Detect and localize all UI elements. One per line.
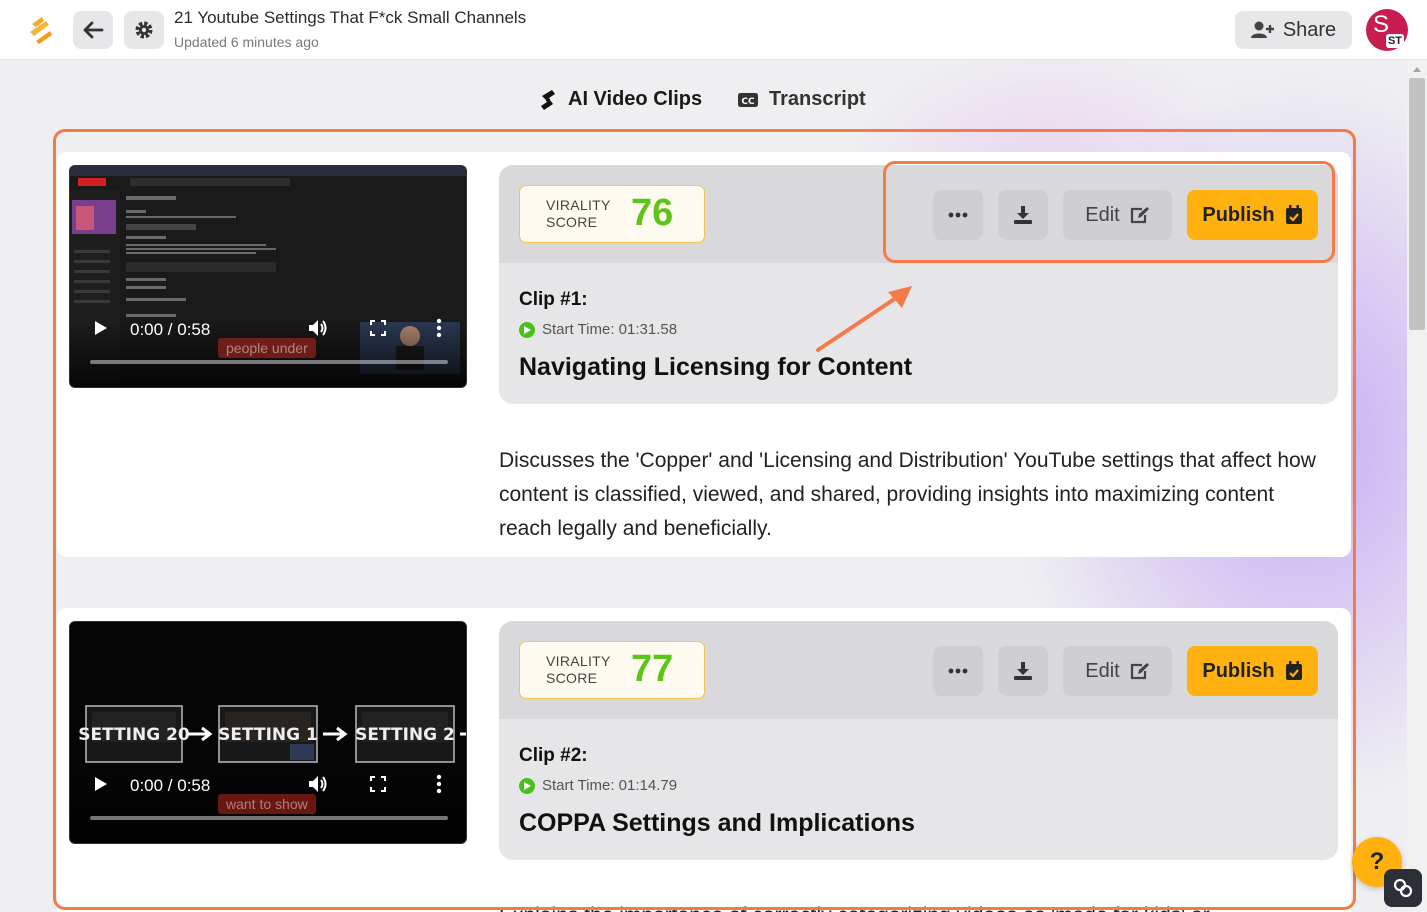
more-options-button[interactable] [933,646,983,696]
virality-label-line2: SCORE [546,214,598,230]
start-time-text: Start Time: 01:14.79 [542,777,678,794]
thumb-label-3: SETTING 2 [355,725,455,745]
edit-label: Edit [1085,659,1120,682]
calendar-check-icon [1285,661,1302,680]
virality-label-line1: VIRALITY [546,197,611,213]
page-scrollbar[interactable] [1407,60,1427,912]
clip-number: Clip #1: [519,289,588,310]
virality-label-line1: VIRALITY [546,653,611,669]
virality-score-badge: VIRALITY SCORE 76 [519,185,705,243]
fullscreen-icon[interactable] [370,776,386,792]
virality-score-badge: VIRALITY SCORE 77 [519,641,705,699]
arrow-left-icon [83,21,104,39]
video-more-icon[interactable] [436,774,442,794]
scissors-icon [541,89,555,110]
avatar-initials: ST [1385,34,1404,48]
top-bar: 21 Youtube Settings That F*ck Small Chan… [0,0,1427,60]
extension-widget[interactable] [1384,869,1422,907]
volume-icon[interactable] [307,774,329,794]
last-updated-text: Updated 6 minutes ago [174,34,319,50]
scroll-up-arrow[interactable] [1413,67,1421,72]
svg-text:CC: CC [741,97,755,107]
virality-label-line2: SCORE [546,670,598,686]
video-player[interactable]: people under 0:00 / 0:58 [69,165,467,388]
video-time: 0:00 / 0:58 [130,320,211,339]
clip-info-panel: VIRALITY SCORE 77 Edit Publish Clip #2: … [499,621,1338,860]
virality-score-value: 77 [631,648,674,690]
share-button[interactable]: Share [1235,11,1352,49]
app-logo[interactable] [26,14,56,46]
video-progress-track[interactable] [90,360,448,364]
start-time-text: Start Time: 01:31.58 [542,321,678,338]
content-tabs: AI Video Clips CC Transcript [0,88,1427,122]
clip-description: Discusses the 'Copper' and 'Licensing an… [499,449,1316,540]
thumb-label-2: SETTING 1 [218,725,318,745]
play-circle-icon [519,321,535,338]
publish-button[interactable]: Publish [1187,646,1318,696]
video-more-icon[interactable] [436,318,442,338]
tab-transcript[interactable]: CC Transcript [737,88,866,111]
clip-start-time[interactable]: Start Time: 01:14.79 [519,777,677,794]
actions-highlight-frame [883,161,1335,263]
back-button[interactable] [73,11,113,49]
play-circle-icon [519,777,535,794]
tab-label: AI Video Clips [568,88,703,110]
settings-button[interactable] [124,11,164,49]
tab-label: Transcript [769,88,866,110]
download-icon [1014,662,1032,680]
virality-score-value: 76 [631,192,674,234]
download-button[interactable] [998,646,1048,696]
virality-label: VIRALITY SCORE [546,197,616,231]
play-icon[interactable] [94,776,108,792]
edit-icon [1130,663,1149,680]
scroll-thumb[interactable] [1409,78,1425,330]
clip-description: Explains the importance of correctly cat… [499,899,1329,912]
tab-ai-video-clips[interactable]: AI Video Clips [538,88,702,111]
fullscreen-icon[interactable] [370,320,386,336]
document-title: 21 Youtube Settings That F*ck Small Chan… [174,8,527,27]
publish-label: Publish [1202,659,1275,682]
edit-button[interactable]: Edit [1063,646,1172,696]
play-icon[interactable] [94,320,108,336]
clip-title: COPPA Settings and Implications [519,809,915,837]
video-time: 0:00 / 0:58 [130,776,211,795]
share-label: Share [1282,18,1337,41]
ellipsis-icon [948,668,968,674]
annotation-arrow [816,286,912,352]
user-avatar[interactable]: S ST [1366,9,1408,51]
virality-label: VIRALITY SCORE [546,653,616,687]
thumb-label-1: SETTING 20 [78,725,190,745]
add-user-icon [1250,21,1274,38]
video-player[interactable]: SETTING 20 SETTING 1 SETTING 2 want to s… [69,621,467,844]
cc-icon: CC [738,92,758,107]
clip-start-time[interactable]: Start Time: 01:31.58 [519,321,677,338]
video-progress-track[interactable] [90,816,448,820]
video-caption: people under [218,338,316,358]
volume-icon[interactable] [307,318,329,338]
gear-icon [135,21,153,39]
clip-card-2: SETTING 20 SETTING 1 SETTING 2 want to s… [57,608,1351,912]
video-caption: want to show [218,794,316,814]
clip-number: Clip #2: [519,745,588,766]
link-icon [1393,878,1413,898]
